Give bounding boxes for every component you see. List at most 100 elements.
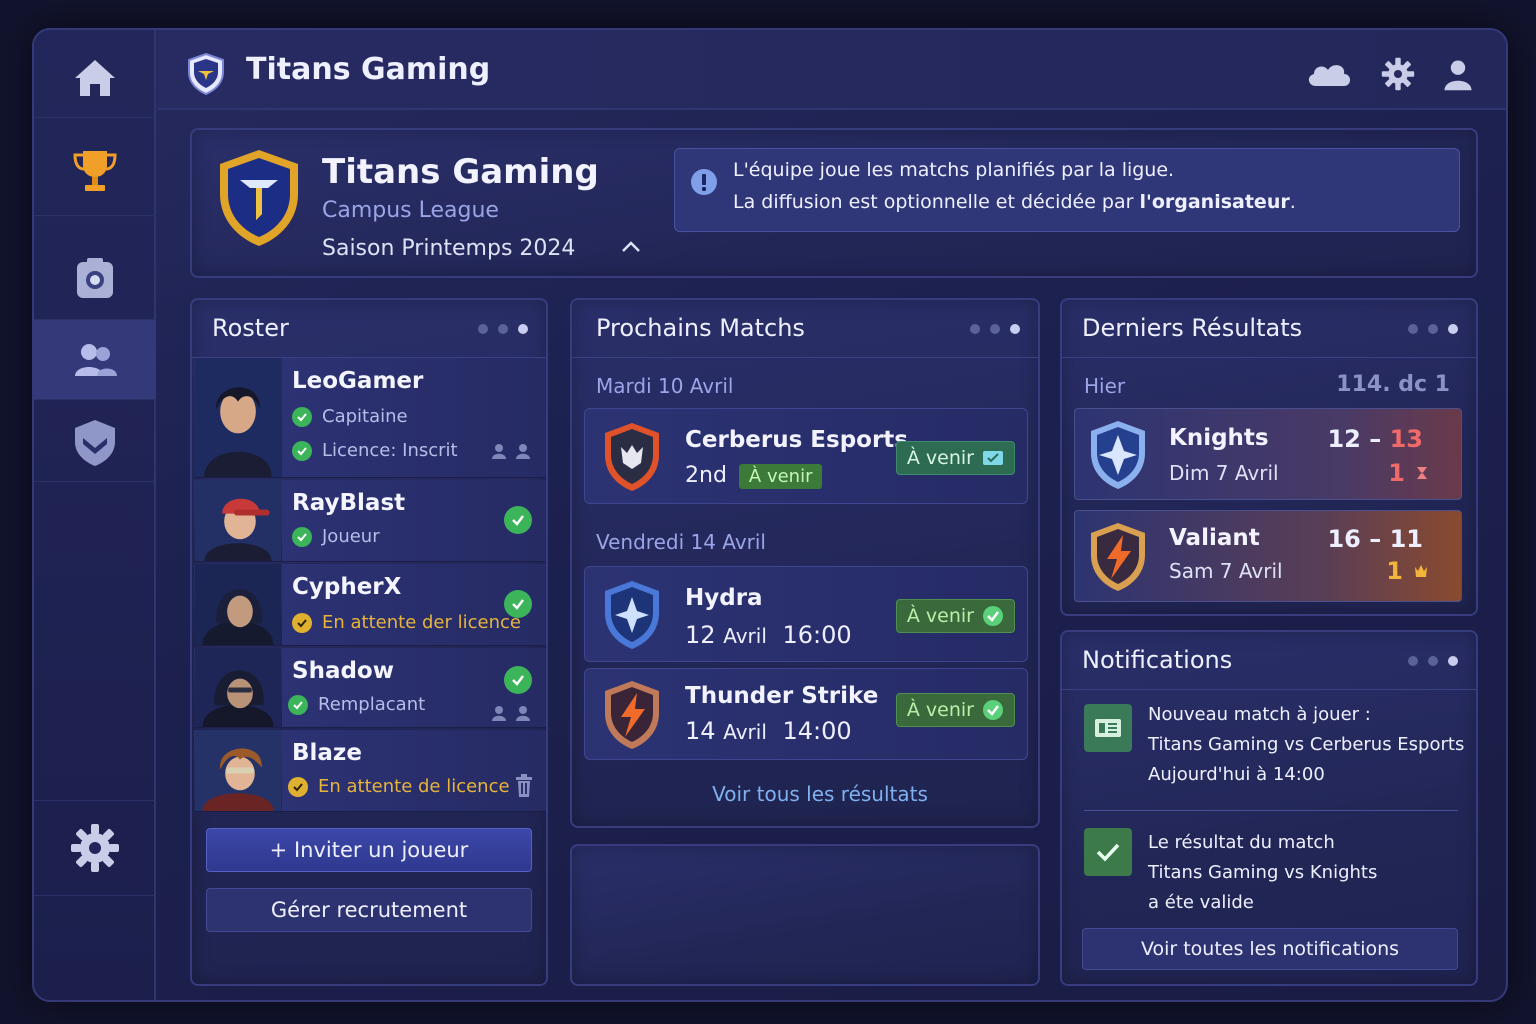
- results-group-label: Hier: [1084, 374, 1126, 398]
- sidebar-item-settings[interactable]: [34, 800, 156, 896]
- chevron-up-icon[interactable]: [620, 238, 642, 254]
- sidebar-item-league[interactable]: [34, 402, 156, 482]
- loss-indicator-icon: [1417, 467, 1427, 479]
- roster-menu-dots[interactable]: [478, 324, 528, 334]
- app-logo-icon: [188, 52, 224, 96]
- match-card-cerberus[interactable]: Cerberus Esports 2nd À venir À venir: [584, 408, 1028, 504]
- person-icon: [516, 706, 530, 721]
- player-name: CypherX: [292, 574, 402, 600]
- match-datetime: 14 Avril 14:00: [685, 717, 852, 745]
- sidebar-item-media[interactable]: [34, 240, 156, 320]
- sidebar-item-trophies[interactable]: [34, 126, 156, 216]
- result-team: Knights: [1169, 425, 1269, 451]
- info-text-line1: L'équipe joue les matchs planifiés par l…: [733, 159, 1175, 181]
- info-icon: [691, 169, 717, 195]
- gear-icon: [71, 824, 119, 872]
- trash-icon[interactable]: [514, 774, 534, 798]
- match-rank: 2nd À venir: [685, 463, 823, 489]
- avatar: [194, 480, 282, 561]
- result-score: 12 – 13: [1327, 425, 1423, 453]
- thunder-shield-icon: [605, 681, 659, 749]
- player-licence: Licence: Inscrit: [292, 440, 458, 461]
- verified-check-icon: [504, 666, 532, 694]
- result-card-valiant[interactable]: Valiant Sam 7 Avril 16 – 11 1: [1074, 510, 1462, 602]
- results-menu-dots[interactable]: [1408, 324, 1458, 334]
- person-icon: [492, 706, 506, 721]
- sidebar-item-team[interactable]: [34, 320, 156, 400]
- check-icon: [288, 694, 308, 715]
- pending-check-icon: [288, 776, 308, 797]
- roster-row-shadow[interactable]: Shadow Remplacant: [194, 648, 546, 728]
- result-card-knights[interactable]: Knights Dim 7 Avril 12 – 13 1: [1074, 408, 1462, 500]
- manage-recruitment-button[interactable]: Gérer recrutement: [206, 888, 532, 932]
- player-mini-icons: [490, 704, 532, 722]
- upcoming-tag: À venir: [738, 463, 823, 489]
- notifications-panel: Notifications Nouveau match à jouer : Ti…: [1060, 630, 1478, 986]
- roster-title: Roster: [212, 314, 289, 342]
- match-card-thunder[interactable]: Thunder Strike 14 Avril 14:00 À venir: [584, 668, 1028, 760]
- player-name: Blaze: [292, 740, 362, 766]
- users-icon: [75, 343, 117, 376]
- roster-panel: Roster LeoGamer Capitaine Licence: Inscr: [190, 298, 548, 986]
- notifications-menu-dots[interactable]: [1408, 656, 1458, 666]
- check-icon: [292, 440, 312, 461]
- info-organizer-label: l'organisateur: [1139, 191, 1290, 213]
- player-role: Capitaine: [292, 406, 408, 427]
- view-all-results-link[interactable]: Voir tous les résultats: [572, 782, 1038, 806]
- team-league: Campus League: [322, 198, 499, 223]
- empty-panel: [570, 844, 1040, 986]
- result-team: Valiant: [1169, 525, 1260, 551]
- invite-player-button[interactable]: + Inviter un joueur: [206, 828, 532, 872]
- validated-notification-icon: [1084, 828, 1132, 876]
- valiant-shield-icon: [1091, 523, 1145, 591]
- results-title: Derniers Résultats: [1082, 314, 1303, 342]
- app-window: Titans Gaming Titans Gaming Campus Leagu…: [32, 28, 1508, 1002]
- avatar: [194, 564, 282, 645]
- player-role: Remplacant: [288, 694, 425, 715]
- team-header-card: Titans Gaming Campus League Saison Print…: [190, 128, 1478, 278]
- result-date: Dim 7 Avril: [1169, 461, 1279, 485]
- view-all-notifications-button[interactable]: Voir toutes les notifications: [1082, 928, 1458, 970]
- team-name: Titans Gaming: [322, 152, 599, 192]
- info-banner: L'équipe joue les matchs planifiés par l…: [674, 148, 1460, 232]
- settings-gear-icon[interactable]: [1378, 56, 1418, 92]
- check-icon: [292, 406, 312, 427]
- check-icon: [292, 526, 312, 547]
- avatar: [194, 358, 282, 477]
- player-mini-icons: [490, 442, 532, 460]
- ticket-icon: [983, 451, 1003, 465]
- sidebar: [34, 30, 156, 1000]
- match-card-hydra[interactable]: Hydra 12 Avril 16:00 À venir: [584, 566, 1028, 662]
- cloud-icon[interactable]: [1304, 56, 1354, 92]
- match-opponent: Hydra: [685, 585, 763, 611]
- trophy-icon: [73, 150, 117, 191]
- sidebar-item-home[interactable]: [34, 38, 156, 118]
- roster-row-leogamer[interactable]: LeoGamer Capitaine Licence: Inscrit: [194, 358, 546, 478]
- verified-check-icon: [504, 506, 532, 534]
- player-licence-status: En attente de licence: [288, 776, 510, 797]
- person-icon: [492, 444, 506, 459]
- roster-row-cypherx[interactable]: CypherX En attente der licence: [194, 564, 546, 646]
- notification-new-match[interactable]: Nouveau match à jouer : Titans Gaming vs…: [1148, 700, 1464, 790]
- player-role: Joueur: [292, 526, 380, 547]
- matches-title: Prochains Matchs: [596, 314, 805, 342]
- roster-row-blaze[interactable]: Blaze En attente de licence: [194, 730, 546, 812]
- result-score: 16 – 11: [1327, 525, 1423, 553]
- notification-result-validated[interactable]: Le résultat du match Titans Gaming vs Kn…: [1148, 828, 1377, 918]
- knights-shield-icon: [1091, 421, 1145, 489]
- team-shield-icon: [220, 150, 298, 246]
- result-date: Sam 7 Avril: [1169, 559, 1283, 583]
- team-season: Saison Printemps 2024: [322, 236, 576, 261]
- roster-row-rayblast[interactable]: RayBlast Joueur: [194, 480, 546, 562]
- matches-menu-dots[interactable]: [970, 324, 1020, 334]
- user-icon[interactable]: [1438, 56, 1478, 92]
- app-title: Titans Gaming: [246, 52, 491, 87]
- check-circle-icon: [983, 700, 1003, 720]
- result-rank: 1: [1386, 557, 1429, 585]
- match-opponent: Cerberus Esports: [685, 427, 908, 453]
- match-notification-icon: [1084, 704, 1132, 752]
- match-datetime: 12 Avril 16:00: [685, 621, 852, 649]
- divider: [1084, 810, 1458, 811]
- avatar: [194, 648, 282, 727]
- pending-check-icon: [292, 612, 312, 633]
